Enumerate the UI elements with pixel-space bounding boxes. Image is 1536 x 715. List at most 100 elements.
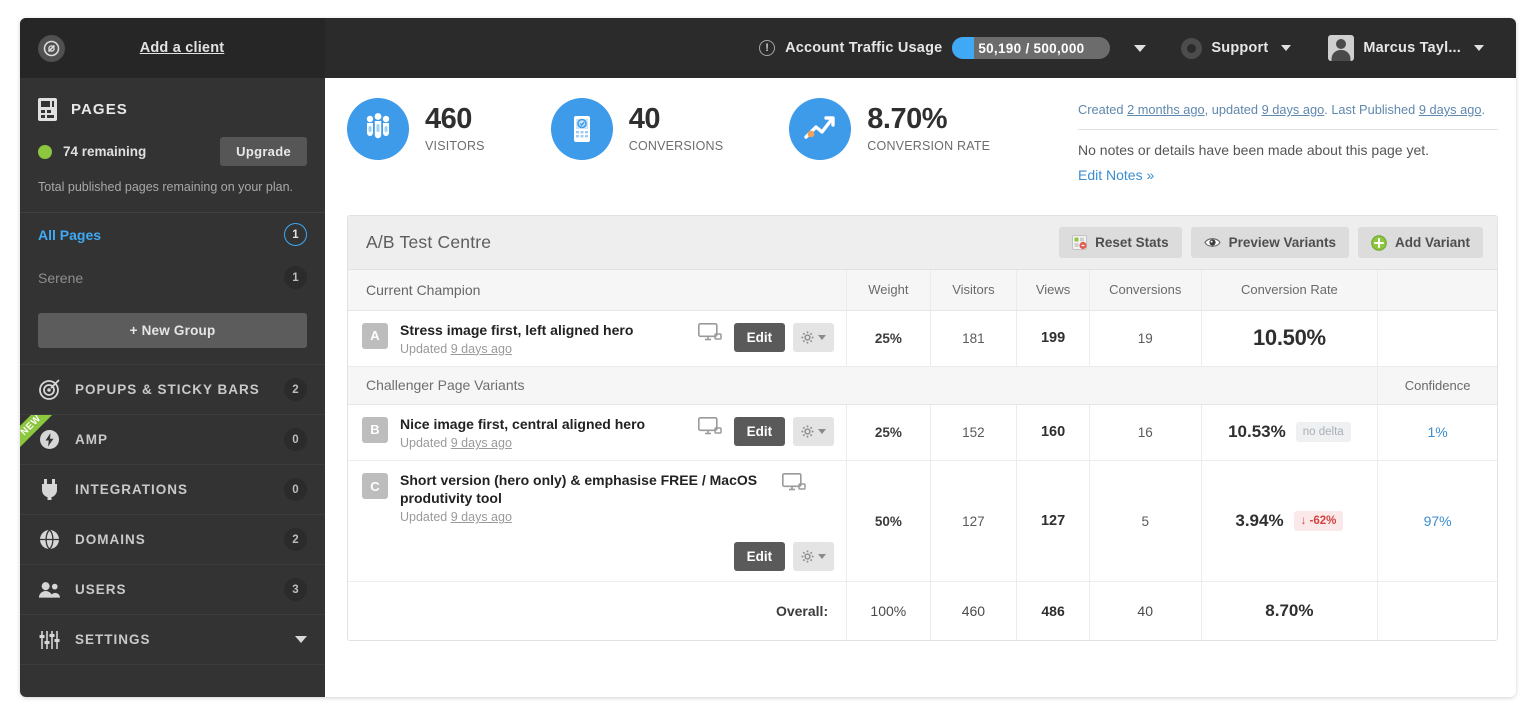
plus-circle-icon (1371, 234, 1387, 251)
desktop-preview-icon[interactable] (697, 416, 722, 440)
sidebar-item-count: 0 (284, 428, 307, 452)
top-bar-right: ! Account Traffic Usage 50,190 / 500,000… (325, 18, 1516, 78)
add-variant-button[interactable]: Add Variant (1357, 227, 1483, 259)
cell-confidence: 1% (1377, 404, 1497, 462)
users-icon (38, 579, 60, 601)
variant-row-actions: Edit (362, 542, 835, 572)
sidebar-item-serene[interactable]: Serene 1 (20, 256, 325, 299)
variant-updated-value[interactable]: 9 days ago (451, 342, 512, 356)
variant-settings-button[interactable] (793, 542, 835, 572)
page-meta: Created 2 months ago, updated 9 days ago… (1078, 100, 1498, 119)
variant-name-cell: B Nice image first, central aligned hero… (348, 404, 848, 462)
variant-name-cell: A Stress image first, left aligned hero … (348, 310, 848, 367)
variant-row-actions: Edit (733, 416, 835, 446)
pages-remaining-label: 74 remaining (63, 144, 147, 159)
upgrade-button[interactable]: Upgrade (220, 137, 307, 166)
chevron-down-icon[interactable] (295, 636, 307, 644)
created-value[interactable]: 2 months ago (1127, 102, 1205, 117)
traffic-usage-meter: 50,190 / 500,000 (952, 37, 1111, 59)
sidebar-item-domains[interactable]: DOMAINS 2 (20, 514, 325, 564)
ab-test-actions: Reset Stats Preview Variants Add Variant (1059, 227, 1483, 259)
sidebar-item-count: 1 (284, 266, 307, 290)
support-menu[interactable]: Support (1163, 37, 1309, 59)
edit-notes-link[interactable]: Edit Notes » (1078, 167, 1154, 183)
variant-updated: Updated 9 days ago (400, 436, 512, 451)
table-row-overall: Overall: 100% 460 486 40 8.70% (348, 581, 1497, 640)
new-group-button[interactable]: + New Group (38, 313, 307, 349)
new-group-wrap: + New Group (20, 299, 325, 364)
variant-settings-button[interactable] (793, 322, 835, 352)
sidebar-item-count: 2 (284, 378, 307, 402)
variant-letter-badge: A (362, 322, 388, 349)
sidebar-item-all-pages[interactable]: All Pages 1 (20, 213, 325, 256)
published-value[interactable]: 9 days ago (1419, 102, 1482, 117)
sidebar-item-users[interactable]: USERS 3 (20, 564, 325, 614)
app-body: PAGES 74 remaining Upgrade Total publish… (20, 78, 1516, 697)
cell-weight: 25% (846, 404, 931, 462)
desktop-preview-icon[interactable] (782, 473, 806, 496)
traffic-usage-label: Account Traffic Usage (785, 40, 943, 56)
cell-views: 199 (1016, 310, 1090, 367)
stat-label: CONVERSIONS (628, 139, 724, 153)
cell-visitors: 152 (930, 404, 1018, 462)
variant-row-actions: Edit (733, 322, 835, 352)
add-client-link[interactable]: Add a client (65, 40, 299, 56)
column-confidence-empty (1377, 270, 1497, 311)
challenger-section-label: Challenger Page Variants (348, 365, 1379, 405)
cell-views: 160 (1016, 404, 1090, 462)
updated-value[interactable]: 9 days ago (1262, 102, 1325, 117)
delta-value: -62% (1309, 515, 1337, 528)
reset-stats-icon (1072, 235, 1088, 251)
variant-letter-badge: B (362, 416, 388, 443)
bolt-icon (38, 429, 60, 451)
reset-stats-button[interactable]: Reset Stats (1059, 227, 1182, 259)
desktop-preview-icon[interactable] (697, 322, 722, 346)
traffic-dropdown-caret-icon[interactable] (1134, 44, 1147, 52)
avatar (1328, 35, 1355, 61)
user-name-label: Marcus Tayl... (1363, 40, 1461, 56)
overall-confidence (1377, 581, 1497, 640)
delta-badge: ↓ -62% (1293, 511, 1344, 532)
edit-button[interactable]: Edit (733, 542, 786, 572)
user-menu[interactable]: Marcus Tayl... (1310, 35, 1502, 61)
cell-views: 127 (1016, 460, 1090, 583)
globe-icon (38, 529, 60, 551)
variant-title: Short version (hero only) & emphasise FR… (400, 472, 758, 507)
sidebar-item-partial[interactable] (20, 664, 325, 678)
cell-confidence: 97% (1377, 460, 1497, 583)
cell-conversions: 5 (1089, 460, 1202, 583)
variant-updated-value[interactable]: 9 days ago (451, 510, 512, 524)
support-icon (1181, 37, 1203, 59)
edit-button[interactable]: Edit (733, 322, 786, 352)
challenger-section-row: Challenger Page Variants Confidence (348, 365, 1497, 405)
confidence-value: 1% (1427, 423, 1448, 440)
variant-updated-value[interactable]: 9 days ago (451, 436, 512, 450)
preview-variants-button[interactable]: Preview Variants (1190, 227, 1349, 259)
sidebar-item-count: 2 (284, 528, 307, 552)
column-conversion-rate: Conversion Rate (1201, 270, 1379, 311)
sidebar-section-title: PAGES (71, 101, 128, 118)
support-label: Support (1211, 40, 1269, 56)
overall-visitors: 460 (930, 581, 1018, 640)
ab-test-card: A/B Test Centre Reset Stats Preview Vari… (347, 215, 1498, 641)
sidebar-item-label: INTEGRATIONS (75, 482, 188, 498)
divider (1078, 129, 1498, 131)
stats-row: 460 VISITORS 40 CONVERSIONS 8.70% CONVER… (347, 92, 1498, 185)
sidebar-item-amp[interactable]: NEW AMP 0 (20, 414, 325, 464)
app-logo-icon[interactable] (38, 34, 65, 62)
published-prefix: . Last Published (1324, 102, 1419, 117)
sidebar-item-integrations[interactable]: INTEGRATIONS 0 (20, 464, 325, 514)
sidebar-item-label: Serene (38, 269, 84, 286)
conversions-icon (550, 98, 613, 160)
gear-icon (801, 331, 814, 344)
variant-settings-button[interactable] (793, 416, 835, 446)
info-icon[interactable]: ! (759, 40, 776, 56)
sidebar-item-popups-sticky-bars[interactable]: POPUPS & STICKY BARS 2 (20, 364, 325, 414)
plug-icon (38, 479, 60, 501)
pages-remaining-row: 74 remaining Upgrade (20, 133, 325, 166)
sidebar-item-settings[interactable]: SETTINGS (20, 614, 325, 664)
overall-conversions: 40 (1089, 581, 1202, 640)
cell-weight: 50% (846, 460, 931, 583)
edit-button[interactable]: Edit (733, 416, 786, 446)
cell-visitors: 127 (930, 460, 1018, 583)
